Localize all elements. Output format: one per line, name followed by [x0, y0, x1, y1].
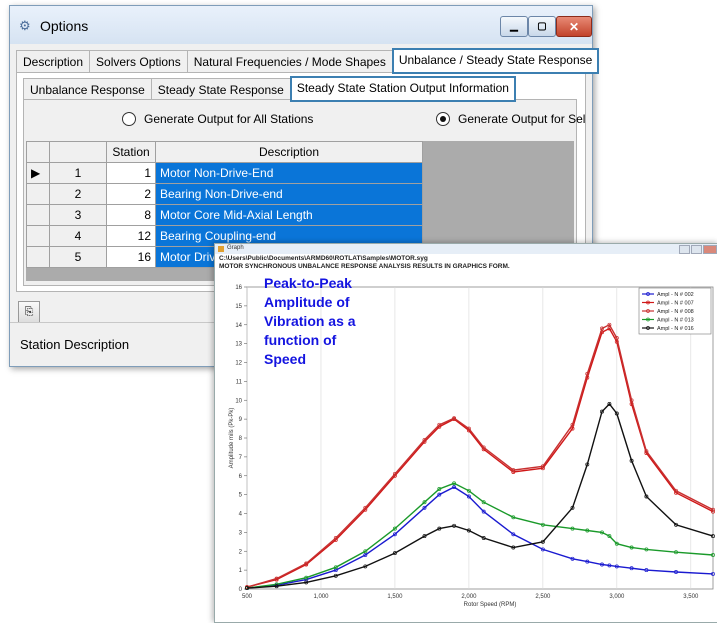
title-bar: ⚙ Options ▁ ▢ ✕	[10, 6, 592, 44]
station-cell[interactable]: 1	[106, 162, 156, 184]
y-tick-label: 1	[239, 568, 243, 574]
options-app-icon: ⚙	[19, 18, 31, 33]
main-tab-strip: Description Solvers Options Natural Freq…	[16, 48, 600, 74]
x-tick-label: 3,500	[683, 594, 699, 600]
legend-label: Ampl - N # 007	[657, 301, 694, 307]
y-tick-label: 5	[239, 493, 243, 499]
legend-label: Ampl - N # 002	[657, 292, 694, 298]
station-cell[interactable]: 2	[106, 183, 156, 205]
status-text: Station Description	[20, 337, 130, 352]
y-tick-label: 16	[235, 285, 242, 291]
grid-header-index	[49, 141, 107, 163]
row-current-marker	[26, 225, 50, 247]
x-tick-label: 1,000	[313, 594, 329, 600]
legend-label: Ampl - N # 016	[657, 326, 694, 332]
row-index: 5	[49, 246, 107, 268]
tab-description[interactable]: Description	[16, 50, 91, 73]
minimize-icon: ▁	[510, 21, 518, 32]
station-tool-button[interactable]: ⎘	[18, 301, 40, 323]
x-tick-label: 1,500	[387, 594, 403, 600]
radio-all-circle[interactable]	[122, 112, 136, 126]
y-tick-label: 13	[235, 342, 242, 348]
description-cell[interactable]: Motor Core Mid-Axial Length	[155, 204, 423, 226]
row-index: 4	[49, 225, 107, 247]
y-tick-label: 11	[236, 379, 243, 385]
tab-solvers-options[interactable]: Solvers Options	[89, 50, 188, 73]
x-tick-label: 2,500	[535, 594, 551, 600]
x-tick-label: 500	[242, 594, 253, 600]
row-index: 3	[49, 204, 107, 226]
y-tick-label: 2	[239, 549, 243, 555]
legend-label: Ampl - N # 008	[657, 309, 694, 315]
y-tick-label: 7	[239, 455, 243, 461]
table-row[interactable]: 2 2 Bearing Non-Drive-end	[26, 183, 423, 205]
close-button[interactable]: ✕	[556, 16, 592, 37]
row-current-marker	[26, 183, 50, 205]
tab-unbalance-steady-state[interactable]: Unbalance / Steady State Response	[391, 48, 600, 74]
y-tick-label: 9	[239, 417, 243, 423]
close-icon: ✕	[568, 19, 580, 34]
y-tick-label: 6	[239, 474, 243, 480]
y-tick-label: 0	[239, 587, 243, 593]
x-tick-label: 3,000	[609, 594, 625, 600]
maximize-button[interactable]: ▢	[528, 16, 556, 37]
row-current-marker	[26, 246, 50, 268]
station-cell[interactable]: 12	[106, 225, 156, 247]
x-axis-label: Rotor Speed (RPM)	[464, 602, 517, 608]
row-index: 2	[49, 183, 107, 205]
station-cell[interactable]: 16	[106, 246, 156, 268]
maximize-icon: ▢	[537, 21, 547, 32]
tab-natural-frequencies[interactable]: Natural Frequencies / Mode Shapes	[186, 50, 393, 73]
tab-station-output-info[interactable]: Steady State Station Output Information	[289, 76, 516, 102]
row-current-marker	[26, 204, 50, 226]
row-current-marker: ▶	[26, 162, 50, 184]
radio-all-stations[interactable]: Generate Output for All Stations	[122, 112, 313, 126]
radio-selected-circle[interactable]	[436, 112, 450, 126]
y-tick-label: 3	[239, 530, 243, 536]
y-tick-label: 15	[235, 304, 242, 310]
description-cell[interactable]: Bearing Non-Drive-end	[155, 183, 423, 205]
tool-icon: ⎘	[24, 306, 34, 318]
grid-header-description[interactable]: Description	[155, 141, 423, 163]
table-row[interactable]: ▶ 1 1 Motor Non-Drive-End	[26, 162, 423, 184]
y-tick-label: 4	[239, 512, 243, 518]
y-tick-label: 10	[235, 398, 242, 404]
legend-label: Ampl - N # 013	[657, 318, 694, 324]
table-row[interactable]: 3 8 Motor Core Mid-Axial Length	[26, 204, 423, 226]
row-index: 1	[49, 162, 107, 184]
window-title: Options	[40, 18, 89, 34]
graph-window: Graph C:\Users\Public\Documents\ARMD60\R…	[214, 243, 717, 623]
description-cell[interactable]: Motor Non-Drive-End	[155, 162, 423, 184]
x-tick-label: 2,000	[461, 594, 477, 600]
radio-selected-stations[interactable]: Generate Output for Sel	[436, 112, 585, 126]
station-cell[interactable]: 8	[106, 204, 156, 226]
chart-annotation: Peak-to-Peak Amplitude of Vibration as a…	[264, 275, 356, 367]
minimize-button[interactable]: ▁	[500, 16, 528, 37]
grid-header-station[interactable]: Station	[106, 141, 156, 163]
y-axis-label: Amplitude mils (Pk-Pk)	[229, 408, 235, 469]
tab-steady-state-response[interactable]: Steady State Response	[150, 78, 291, 101]
radio-selected-label: Generate Output for Sel	[458, 112, 586, 126]
grid-header-row: Station Description	[26, 141, 423, 163]
y-tick-label: 12	[235, 361, 242, 367]
radio-all-label: Generate Output for All Stations	[144, 112, 314, 126]
y-tick-label: 14	[235, 323, 242, 329]
grid-header-marker	[26, 141, 50, 163]
tab-unbalance-response[interactable]: Unbalance Response	[23, 78, 152, 101]
y-tick-label: 8	[239, 436, 243, 442]
